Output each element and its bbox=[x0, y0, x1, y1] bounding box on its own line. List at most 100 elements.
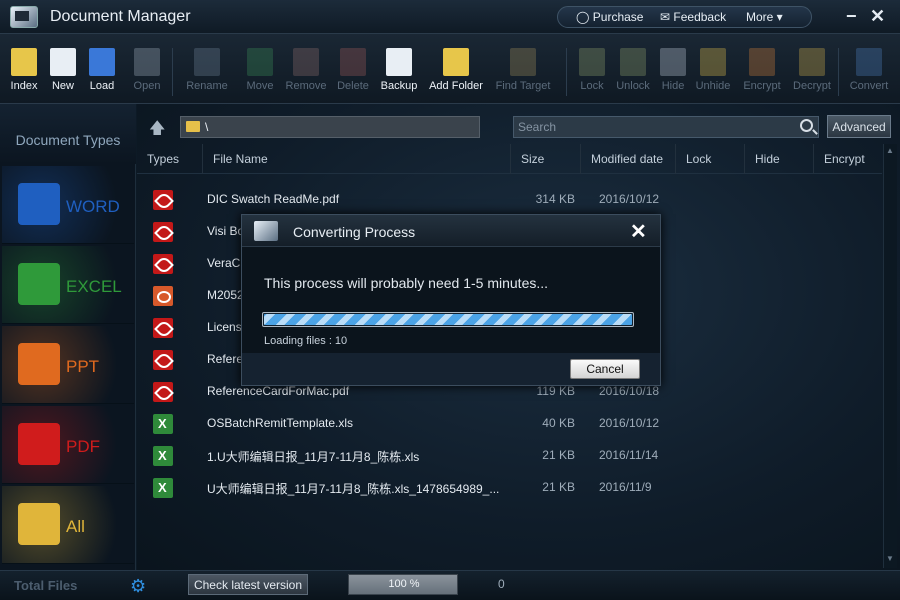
toolbar-label: Decrypt bbox=[793, 80, 831, 92]
dialog-message: This process will probably need 1-5 minu… bbox=[264, 275, 549, 291]
feedback-link[interactable]: ✉ Feedback bbox=[660, 10, 726, 24]
column-header-lock[interactable]: Lock bbox=[675, 144, 744, 174]
column-header-size[interactable]: Size bbox=[510, 144, 580, 174]
status-bar: Total Files ⚙ Check latest version 100 %… bbox=[0, 570, 900, 600]
toolbar-label: Unlock bbox=[616, 80, 650, 92]
toolbar-add-folder-button[interactable]: Add Folder bbox=[428, 48, 484, 100]
file-count: 0 bbox=[498, 577, 505, 591]
top-menu: ◯ Purchase ✉ Feedback More ▾ bbox=[557, 6, 812, 28]
dialog-logo-icon bbox=[254, 221, 278, 241]
convert-icon bbox=[856, 48, 882, 76]
toolbar-lock-button[interactable]: Lock bbox=[578, 48, 606, 100]
sidebar-item-label: PPT bbox=[66, 357, 100, 376]
column-header-encrypt[interactable]: Encrypt bbox=[813, 144, 882, 174]
file-name: M2052 bbox=[207, 288, 244, 302]
sidebar-item-pdf[interactable]: PDF bbox=[2, 406, 134, 484]
path-field[interactable]: \ bbox=[180, 116, 480, 138]
toolbar-new-button[interactable]: New bbox=[48, 48, 78, 100]
column-header-file-name[interactable]: File Name bbox=[202, 144, 510, 174]
column-header-hide[interactable]: Hide bbox=[744, 144, 813, 174]
file-size: 40 KB bbox=[542, 416, 575, 430]
file-size: 314 KB bbox=[535, 192, 575, 206]
gear-icon[interactable]: ⚙ bbox=[130, 576, 146, 597]
scroll-up-icon[interactable]: ▲ bbox=[886, 146, 894, 155]
file-name: DIC Swatch ReadMe.pdf bbox=[207, 192, 340, 206]
advanced-button[interactable]: Advanced bbox=[827, 115, 891, 138]
toolbar-label: Move bbox=[246, 80, 274, 92]
dialog-close-button[interactable]: ✕ bbox=[630, 219, 647, 244]
title-bar: Document Manager ◯ Purchase ✉ Feedback M… bbox=[0, 0, 900, 34]
toolbar-hide-button[interactable]: Hide bbox=[658, 48, 688, 100]
decrypt-icon bbox=[799, 48, 825, 76]
toolbar-encrypt-button[interactable]: Encrypt bbox=[742, 48, 782, 100]
status-progress-text: 100 % bbox=[388, 578, 420, 590]
close-window-button[interactable]: ✕ bbox=[870, 6, 885, 27]
toolbar-remove-button[interactable]: Remove bbox=[284, 48, 328, 100]
more-menu[interactable]: More ▾ bbox=[746, 10, 783, 24]
sidebar-item-all[interactable]: All bbox=[2, 486, 134, 564]
toolbar-delete-button[interactable]: Delete bbox=[336, 48, 370, 100]
up-arrow-icon[interactable]: 🡅 bbox=[149, 117, 165, 144]
unhide-icon bbox=[700, 48, 726, 76]
backup-icon bbox=[386, 48, 412, 76]
converting-progress-fill bbox=[264, 314, 632, 325]
file-size: 21 KB bbox=[542, 480, 575, 494]
sidebar-item-label: PDF bbox=[66, 437, 100, 456]
toolbar-decrypt-button[interactable]: Decrypt bbox=[790, 48, 834, 100]
column-header-types[interactable]: Types bbox=[137, 144, 202, 174]
check-latest-version-button[interactable]: Check latest version bbox=[188, 574, 308, 595]
toolbar-unlock-button[interactable]: Unlock bbox=[614, 48, 652, 100]
lock-icon bbox=[579, 48, 605, 76]
file-name: ReferenceCardForMac.pdf bbox=[207, 384, 350, 398]
toolbar-label: Find Target bbox=[495, 80, 551, 92]
total-files-label: Total Files bbox=[14, 578, 78, 593]
toolbar-backup-button[interactable]: Backup bbox=[378, 48, 420, 100]
toolbar: Index New Load Open Rename Move Remove Delete Ba… bbox=[0, 34, 900, 104]
toolbar-label: Encrypt bbox=[743, 80, 781, 92]
toolbar-convert-button[interactable]: Convert bbox=[846, 48, 892, 100]
dialog-footer: Cancel bbox=[242, 353, 660, 385]
file-date: 2016/11/9 bbox=[599, 480, 652, 494]
purchase-link[interactable]: ◯ Purchase bbox=[576, 10, 643, 24]
file-name: Refere bbox=[207, 352, 244, 366]
table-row[interactable]: DIC Swatch ReadMe.pdf 314 KB 2016/10/12 bbox=[137, 182, 882, 214]
column-header-modified-date[interactable]: Modified date bbox=[580, 144, 675, 174]
search-input[interactable] bbox=[513, 116, 819, 138]
path-text: \ bbox=[205, 120, 209, 134]
index-icon bbox=[11, 48, 37, 76]
toolbar-rename-button[interactable]: Rename bbox=[184, 48, 230, 100]
toolbar-load-button[interactable]: Load bbox=[86, 48, 118, 100]
ppt-icon bbox=[18, 343, 60, 385]
sidebar-item-ppt[interactable]: PPT bbox=[2, 326, 134, 404]
load-icon bbox=[89, 48, 115, 76]
new-doc-icon bbox=[50, 48, 76, 76]
toolbar-label: Index bbox=[10, 80, 38, 92]
toolbar-find-target-button[interactable]: Find Target bbox=[492, 48, 554, 100]
sidebar: Document Types WORD EXCEL PPT PDF All bbox=[0, 104, 136, 570]
table-header: Types File Name Size Modified date Lock Hide E… bbox=[137, 144, 882, 174]
path-bar: 🡅 \ Advanced bbox=[137, 114, 900, 140]
app-logo-icon bbox=[10, 6, 38, 28]
toolbar-unhide-button[interactable]: Unhide bbox=[694, 48, 732, 100]
table-row[interactable]: 1.U大师编辑日报_11月7-11月8_陈栋.xls 21 KB 2016/11/1… bbox=[137, 438, 882, 470]
sidebar-item-word[interactable]: WORD bbox=[2, 166, 134, 244]
pdf-icon bbox=[18, 423, 60, 465]
file-name: OSBatchRemitTemplate.xls bbox=[207, 416, 354, 430]
toolbar-open-button[interactable]: Open bbox=[130, 48, 164, 100]
cancel-button[interactable]: Cancel bbox=[570, 359, 640, 379]
file-size: 119 KB bbox=[536, 384, 575, 398]
file-name: 1.U大师编辑日报_11月7-11月8_陈栋.xls bbox=[207, 450, 420, 464]
purchase-label: Purchase bbox=[592, 10, 644, 24]
find-target-icon bbox=[510, 48, 536, 76]
minimize-button[interactable]: − bbox=[846, 6, 857, 27]
scrollbar[interactable]: ▲ ▼ bbox=[883, 144, 897, 568]
search-icon[interactable] bbox=[800, 119, 813, 132]
toolbar-move-button[interactable]: Move bbox=[244, 48, 276, 100]
toolbar-index-button[interactable]: Index bbox=[8, 48, 40, 100]
table-row[interactable]: OSBatchRemitTemplate.xls 40 KB 2016/10/12 bbox=[137, 406, 882, 438]
toolbar-label: Backup bbox=[380, 80, 418, 92]
sidebar-item-excel[interactable]: EXCEL bbox=[2, 246, 134, 324]
sidebar-item-label: EXCEL bbox=[66, 277, 122, 296]
scroll-down-icon[interactable]: ▼ bbox=[886, 554, 894, 563]
table-row[interactable]: U大师编辑日报_11月7-11月8_陈栋.xls_1478654989_... 2… bbox=[137, 470, 882, 502]
